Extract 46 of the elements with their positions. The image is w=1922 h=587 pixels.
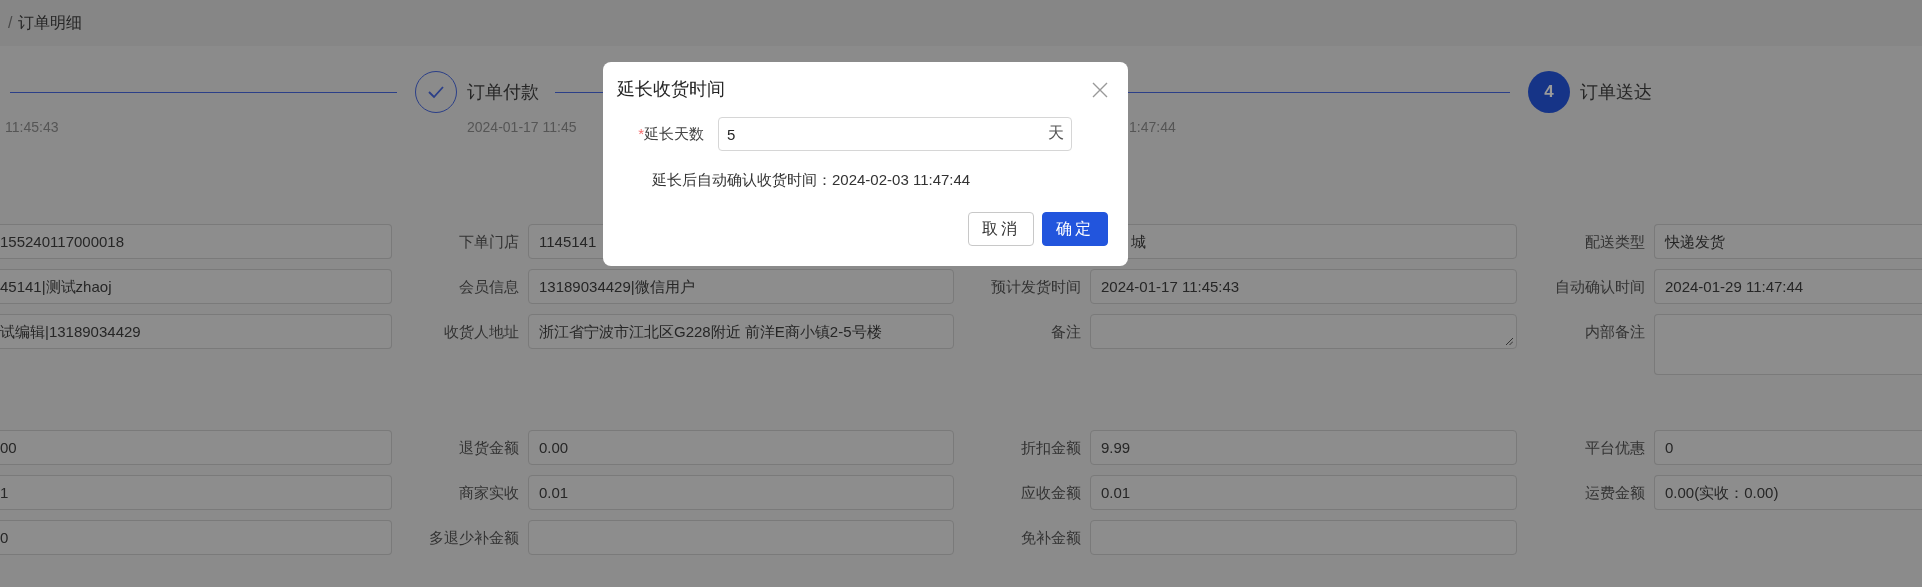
breadcrumb-current: 订单明细: [18, 13, 83, 33]
step-label: 订单送达: [1580, 80, 1652, 104]
field-label: 退货金额: [458, 438, 520, 458]
input-field[interactable]: 0.00: [528, 430, 954, 465]
input-field[interactable]: 0.01: [528, 475, 954, 510]
input-field[interactable]: 9.99: [1090, 430, 1517, 465]
input-field[interactable]: 155240117000018: [0, 224, 392, 259]
field-label: 运费金额: [1584, 483, 1646, 503]
field-label: 自动确认时间: [1554, 277, 1646, 297]
input-field[interactable]: 0: [1654, 430, 1922, 465]
field-label: 下单门店: [458, 232, 520, 252]
field-label: 收货人地址: [443, 322, 520, 342]
field-label: *延长天数: [637, 123, 705, 144]
input-field[interactable]: 0.00(实收：0.00): [1654, 475, 1922, 510]
field-label: 平台优惠: [1584, 438, 1646, 458]
field-label: 配送类型: [1584, 232, 1646, 252]
input-field[interactable]: 0.01: [1090, 475, 1517, 510]
confirm-button[interactable]: 确定: [1042, 211, 1108, 246]
field-label: 折扣金额: [1020, 438, 1082, 458]
input-field[interactable]: 13189034429|微信用户: [528, 269, 954, 304]
auto-confirm-hint: 延长后自动确认收货时间：2024-02-03 11:47:44: [652, 170, 972, 190]
step-label: 订单付款: [467, 80, 539, 104]
breadcrumb-separator: /: [8, 13, 13, 33]
field-label: 应收金额: [1020, 483, 1082, 503]
field-label: 预计发货时间: [990, 277, 1082, 297]
input-field[interactable]: 0: [0, 520, 392, 555]
input-field[interactable]: 2024-01-29 11:47:44: [1654, 269, 1922, 304]
resize-handle-icon[interactable]: [1505, 337, 1513, 345]
field-label: 多退少补金额: [428, 528, 520, 548]
dialog-title: 延长收货时间: [617, 78, 725, 101]
close-icon[interactable]: [1092, 81, 1108, 98]
input-field[interactable]: 1: [0, 475, 392, 510]
input-field[interactable]: 浙江省宁波市江北区G228附近 前洋E商小镇2-5号楼: [528, 314, 954, 349]
field-label: 备注: [1050, 322, 1082, 342]
field-label: 免补金额: [1020, 528, 1082, 548]
input-field[interactable]: 2024-01-17 11:45:43: [1090, 269, 1517, 304]
input-field[interactable]: 试编辑|13189034429: [0, 314, 392, 349]
input-field[interactable]: 45141|测试zhaoj: [0, 269, 392, 304]
input-field[interactable]: 00: [0, 430, 392, 465]
field-label: 商家实收: [458, 483, 520, 503]
field-label: 内部备注: [1584, 322, 1646, 342]
field-label: 会员信息: [458, 277, 520, 297]
unit-label: 天: [1048, 123, 1064, 143]
cancel-button[interactable]: 取消: [968, 211, 1034, 246]
step-number: 4: [1528, 71, 1570, 113]
input-field[interactable]: 快递发货: [1654, 224, 1922, 259]
